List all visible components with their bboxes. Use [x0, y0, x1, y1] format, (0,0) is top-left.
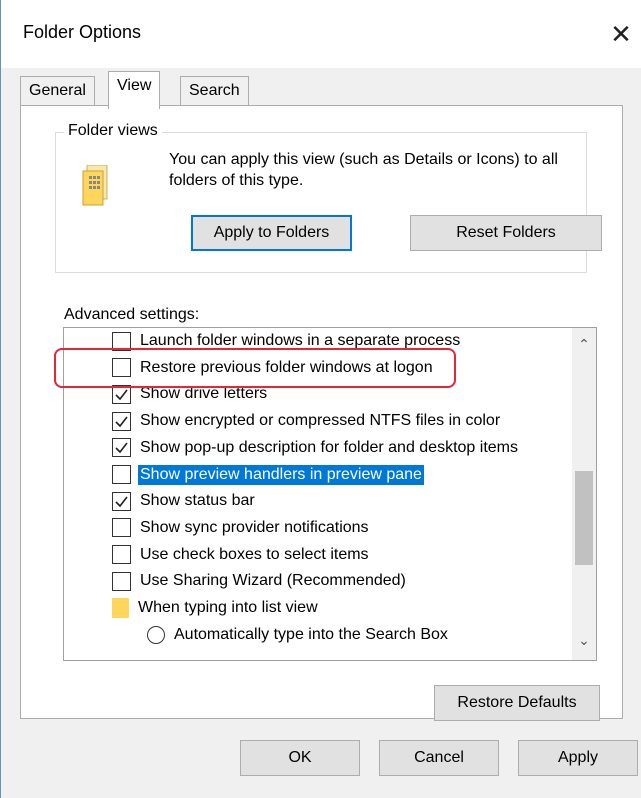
advanced-setting-label: Launch folder windows in a separate proc… [140, 332, 461, 349]
apply-button[interactable]: Apply [518, 740, 638, 776]
advanced-setting-label: Show sync provider notifications [140, 518, 369, 536]
scroll-up-arrow[interactable]: ⌃ [572, 332, 596, 356]
tab-search[interactable]: Search [180, 76, 249, 106]
unchecked-checkbox[interactable] [112, 358, 131, 378]
advanced-setting-row[interactable]: Use Sharing Wizard (Recommended) [112, 568, 408, 594]
advanced-setting-label: Show pop-up description for folder and d… [140, 438, 518, 456]
advanced-setting-row[interactable]: Automatically type into the Search Box [147, 622, 450, 648]
view-tab-panel: Folder views You can apply this view (su… [20, 105, 623, 721]
advanced-settings-label: Advanced settings: [64, 306, 200, 323]
folder-icon [112, 598, 129, 618]
apply-to-folders-button[interactable]: Apply to Folders [191, 215, 352, 251]
folder-views-description: You can apply this view (such as Details… [169, 151, 558, 189]
advanced-setting-label: Show status bar [140, 492, 255, 510]
advanced-setting-label: Use check boxes to select items [140, 545, 369, 563]
advanced-setting-label: Use Sharing Wizard (Recommended) [140, 572, 406, 590]
ok-button[interactable]: OK [240, 740, 360, 776]
checked-checkbox[interactable] [112, 411, 131, 431]
advanced-setting-row[interactable]: Launch folder windows in a separate proc… [112, 328, 462, 354]
tab-general[interactable]: General [20, 76, 95, 106]
restore-defaults-button[interactable]: Restore Defaults [434, 685, 600, 721]
radio-button[interactable] [147, 625, 165, 644]
list-scrollbar[interactable]: ⌃ ⌄ [572, 328, 596, 660]
tab-view[interactable]: View [108, 71, 161, 109]
unchecked-checkbox[interactable] [112, 465, 131, 484]
advanced-setting-label: Show encrypted or compressed NTFS files … [140, 412, 501, 430]
advanced-setting-row[interactable]: Show status bar [112, 488, 257, 514]
advanced-setting-label: Automatically type into the Search Box [174, 625, 448, 643]
unchecked-checkbox[interactable] [112, 545, 131, 565]
advanced-setting-row[interactable]: Show sync provider notifications [112, 515, 371, 541]
title-bar: Folder Options ✕ [1, 0, 641, 68]
advanced-setting-row[interactable]: Show pop-up description for folder and d… [112, 435, 520, 461]
scroll-down-arrow[interactable]: ⌄ [572, 628, 596, 652]
window-title: Folder Options [23, 22, 142, 42]
advanced-setting-row[interactable]: Use check boxes to select items [112, 542, 371, 568]
advanced-setting-label: When typing into list view [138, 599, 318, 616]
advanced-setting-row[interactable]: When typing into list view [112, 595, 320, 621]
close-button[interactable]: ✕ [601, 14, 641, 54]
scroll-thumb[interactable] [575, 471, 593, 565]
folder-views-icon [82, 165, 108, 206]
advanced-setting-label: Restore previous folder windows at logon [140, 358, 433, 376]
advanced-setting-label: Show drive letters [140, 385, 268, 403]
advanced-setting-row[interactable]: Show preview handlers in preview pane [112, 462, 424, 488]
cancel-button[interactable]: Cancel [379, 740, 499, 776]
checked-checkbox[interactable] [112, 438, 131, 458]
folder-views-legend: Folder views [64, 122, 162, 140]
advanced-setting-row[interactable]: Show encrypted or compressed NTFS files … [112, 408, 502, 434]
checked-checkbox[interactable] [112, 491, 131, 511]
advanced-setting-row[interactable]: Restore previous folder windows at logon [112, 355, 435, 381]
reset-folders-button[interactable]: Reset Folders [410, 215, 602, 251]
unchecked-checkbox[interactable] [112, 331, 131, 351]
advanced-setting-row[interactable]: Show drive letters [112, 381, 269, 407]
unchecked-checkbox[interactable] [112, 571, 131, 591]
folder-options-dialog: Folder Options ✕ General View Search Fol… [0, 0, 641, 798]
folder-views-group: Folder views You can apply this view (su… [55, 122, 602, 273]
checked-checkbox[interactable] [112, 384, 131, 404]
unchecked-checkbox[interactable] [112, 518, 131, 538]
advanced-settings-list[interactable]: Launch folder windows in a separate proc… [63, 327, 597, 661]
advanced-setting-label: Show preview handlers in preview pane [138, 464, 424, 485]
